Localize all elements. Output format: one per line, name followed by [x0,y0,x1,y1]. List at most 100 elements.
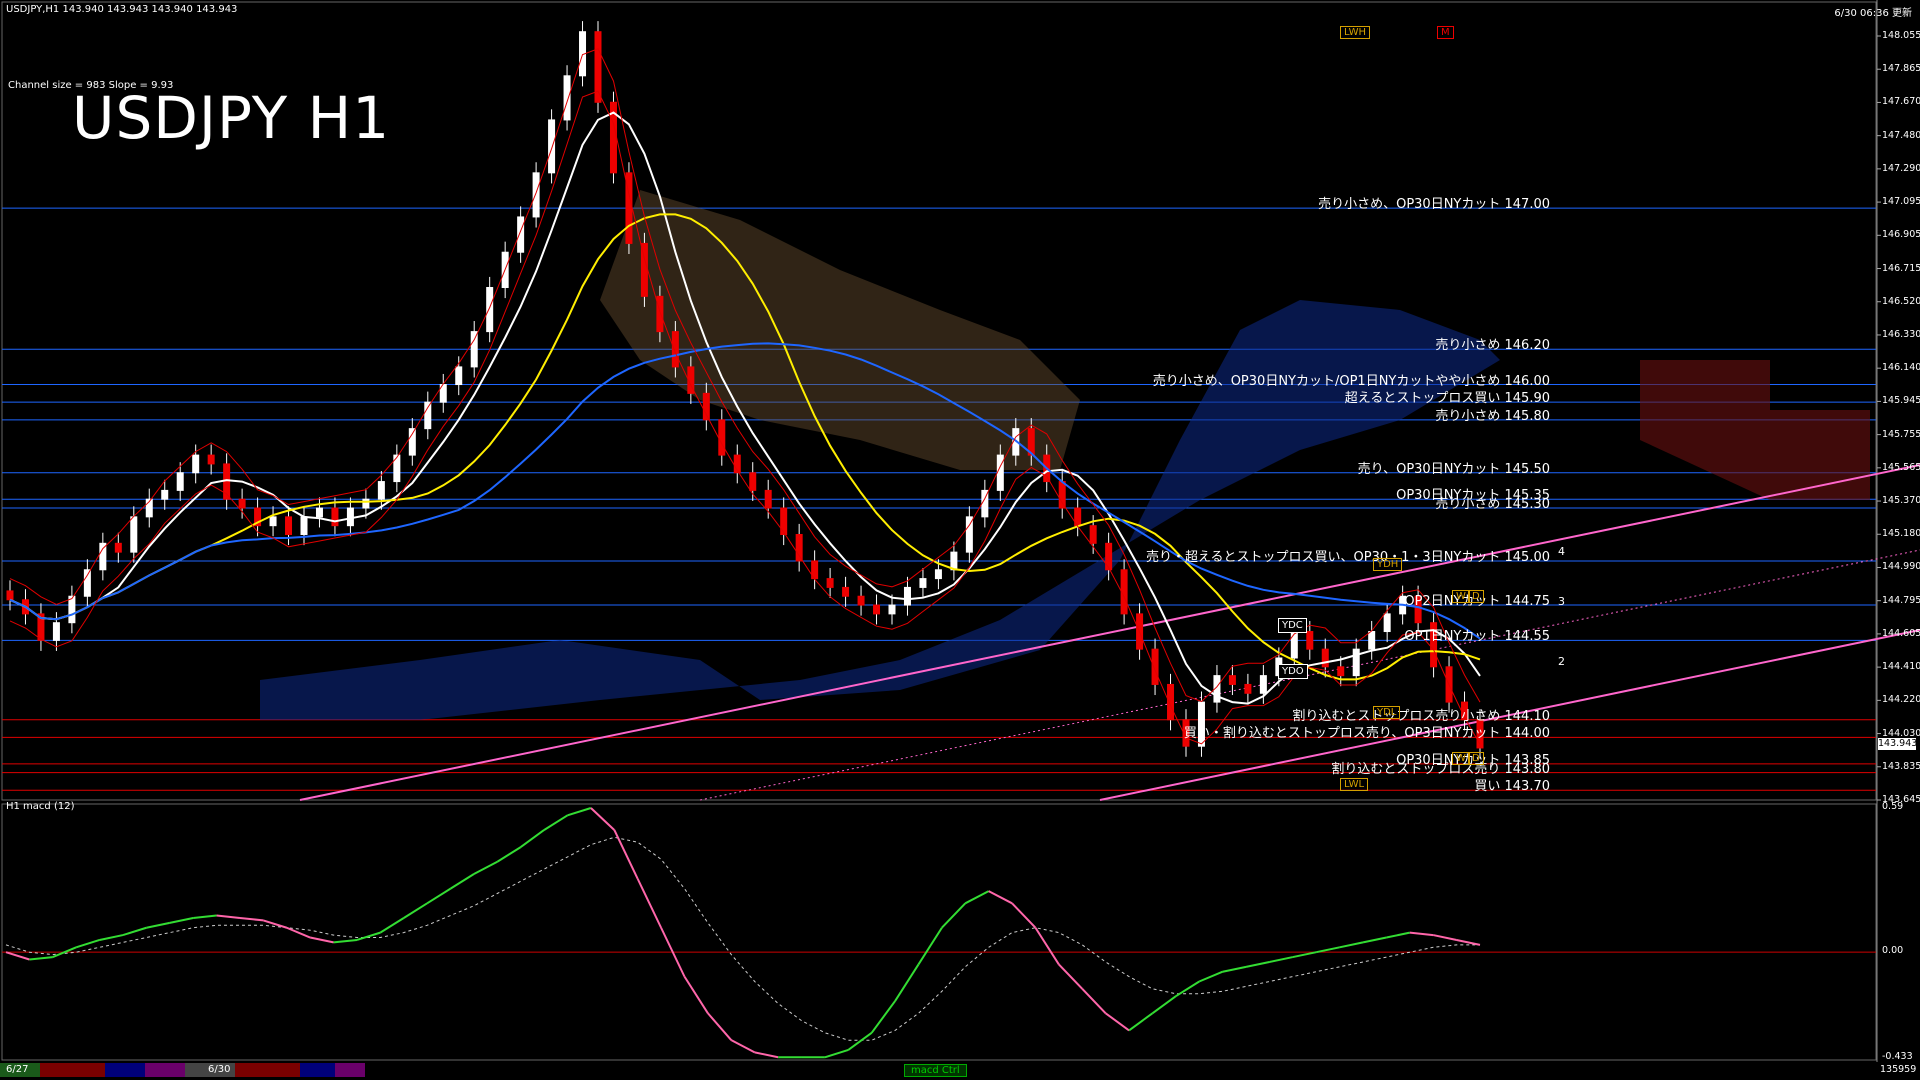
level-label: 売り小さめ 145.80 [1435,408,1550,424]
candle-body [1352,648,1360,677]
macd-line-segment [426,887,452,905]
candle-body [749,472,757,491]
macd-line-segment [1034,927,1060,965]
candle-body [1228,675,1236,685]
macd-line-segment [1386,931,1411,939]
macd-line-segment [356,931,381,941]
candle-body [903,586,911,606]
macd-line-segment [824,1048,849,1059]
candle-body [455,366,463,386]
candle-body [1058,481,1066,509]
candle-body [934,569,942,580]
candle-body [1337,666,1345,677]
candle-body [532,172,540,218]
macd-line-segment [894,963,920,1002]
update-clock: 6/30 06:36 更新 [1834,8,1912,19]
level-label: 売り小さめ 146.20 [1435,338,1550,354]
price-axis-label: 147.095 [1882,196,1920,208]
macd-line-segment [1409,931,1434,937]
candle-body [362,498,370,509]
macd-line-segment [496,846,522,863]
price-axis-label: 146.330 [1882,328,1920,340]
candle-body [1105,542,1113,571]
candle-body [238,498,246,509]
candle-body [919,578,927,588]
macd-axis-label: 0.00 [1882,945,1904,957]
bar-count: 135959 [1880,1064,1917,1075]
macd-line-segment [263,919,288,929]
candle-body [1151,648,1159,685]
candle-body [563,75,571,121]
ydc-box: YDC [1278,618,1307,633]
macd-line-segment [917,927,943,965]
candle-body [1290,631,1298,659]
candle-body [517,216,525,253]
lwh-badge: LWH [1340,26,1371,39]
candle-body [780,507,788,535]
macd-line-segment [5,951,30,961]
price-axis-label: 144.795 [1882,594,1920,606]
candle-body [285,516,293,535]
candle-body [826,578,834,588]
macd-line-segment [1081,988,1107,1014]
channel-label-3: 3 [1558,595,1565,608]
macd-control-button[interactable]: macd Ctrl [904,1064,967,1077]
current-price-tag: 143.943 [1878,738,1918,750]
macd-line-segment [520,829,545,848]
macd-line-segment [590,807,616,831]
price-axis-label: 144.030 [1882,727,1920,739]
macd-signal-line [5,836,1480,1041]
macd-line-segment [543,814,569,831]
price-axis-label: 147.290 [1882,162,1920,174]
chart-stage[interactable]: USDJPY,H1 143.940 143.943 143.940 143.94… [0,0,1920,1080]
macd-line-segment [239,916,264,922]
candle-body [300,516,308,535]
macd-line-segment [1456,938,1481,946]
candle-body [1321,648,1329,668]
price-axis-label: 144.410 [1882,661,1920,673]
macd-line-segment [146,921,170,929]
candle-body [486,287,494,333]
candle-body [331,507,339,527]
price-axis-label: 145.180 [1882,528,1920,540]
macd-line-segment [1058,963,1083,990]
price-axis-label: 147.865 [1882,63,1920,75]
price-axis-label: 146.905 [1882,229,1920,241]
macd-line-segment [450,873,475,890]
ydh-badge: YDH [1373,558,1403,571]
macd-line-segment [1362,936,1387,944]
level-label: 超えるとストップロス買い 145.90 [1344,391,1550,407]
macd-line-segment [1011,902,1037,929]
macd-line-segment [1339,941,1364,949]
chart-title: USDJPY H1 [72,84,391,152]
macd-line-segment [122,926,147,937]
candle-body [950,551,958,571]
macd-line-segment [1198,970,1224,983]
candle-body [114,542,122,553]
candle-body [996,454,1004,491]
chart-canvas[interactable] [0,0,1920,1080]
channel-label-2: 2 [1558,655,1565,668]
candle-body [470,331,478,368]
macd-line-segment [403,902,428,919]
channel-label-4: 4 [1558,545,1565,558]
date-label-1: 6/27 [6,1064,29,1075]
macd-line-segment [754,1051,779,1059]
level-label: 売り・超えるとストップロス買い、OP30・1・3日NYカット 145.00 [1145,549,1550,565]
level-label: OP1日NYカット 144.55 [1404,629,1550,645]
macd-line-segment [1151,995,1177,1015]
price-axis-label: 143.835 [1882,760,1920,772]
level-label: 買い 143.70 [1474,779,1550,795]
candle-body [888,604,896,615]
macd-line-segment [1222,965,1247,973]
level-label: 売り小さめ 145.30 [1435,497,1550,513]
candle-body [192,454,200,474]
price-axis-label: 144.605 [1882,627,1920,639]
price-axis-label: 144.220 [1882,694,1920,706]
date-label-2: 6/30 [208,1064,231,1075]
candle-body [842,586,850,597]
macd-line-segment [1269,956,1294,963]
candle-body [1259,675,1267,694]
macd-axis-label: -0.433 [1882,1051,1913,1062]
candle-body [161,489,169,500]
